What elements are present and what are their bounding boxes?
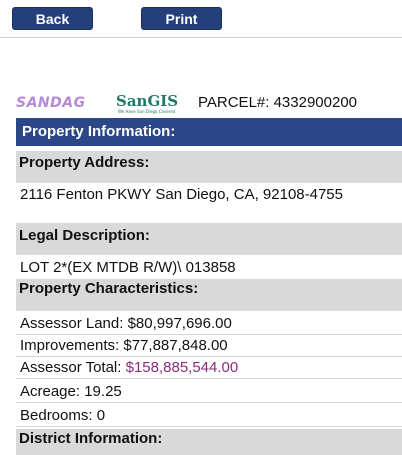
property-address-value: 2116 Fenton PKWY San Diego, CA, 92108-47… xyxy=(16,183,402,223)
district-information-label: District Information: xyxy=(16,429,402,455)
assessor-total-row: Assessor Total: $158,885,544.00 xyxy=(16,357,402,379)
improvements-value: $77,887,848.00 xyxy=(123,337,228,354)
assessor-land-row: Assessor Land: $80,997,696.00 xyxy=(16,313,402,335)
sandag-logo: SANDAG xyxy=(16,95,86,111)
print-button[interactable]: Print xyxy=(141,7,222,30)
acreage-label: Acreage: xyxy=(20,383,81,400)
sangis-logo-text: SanGIS xyxy=(116,92,179,110)
back-button[interactable]: Back xyxy=(12,7,93,30)
assessor-land-label: Assessor Land: xyxy=(20,315,124,332)
acreage-row: Acreage: 19.25 xyxy=(16,381,402,403)
property-information-header: Property Information: xyxy=(16,118,402,146)
property-address-label: Property Address: xyxy=(16,151,402,183)
legal-description-value: LOT 2*(EX MTDB R/W)\ 013858 xyxy=(16,255,402,279)
sangis-logo: SanGIS We Have San Diego Covered xyxy=(116,90,178,116)
sangis-logo-tagline: We Have San Diego Covered xyxy=(118,109,176,114)
bedrooms-row: Bedrooms: 0 xyxy=(16,405,402,427)
legal-description-label: Legal Description: xyxy=(16,223,402,255)
acreage-value: 19.25 xyxy=(84,383,122,400)
assessor-total-label: Assessor Total: xyxy=(20,359,122,376)
assessor-land-value: $80,997,696.00 xyxy=(127,315,232,332)
improvements-label: Improvements: xyxy=(20,337,120,354)
bedrooms-value: 0 xyxy=(96,407,106,424)
assessor-total-value: $158,885,544.00 xyxy=(125,359,239,376)
toolbar: Back Print xyxy=(0,0,402,38)
parcel-number: PARCEL#: 4332900200 xyxy=(198,94,358,111)
logo-bar: SANDAG SanGIS We Have San Diego Covered … xyxy=(0,88,402,118)
property-characteristics-label: Property Characteristics: xyxy=(16,279,402,311)
improvements-row: Improvements: $77,887,848.00 xyxy=(16,335,402,357)
bedrooms-label: Bedrooms: xyxy=(20,407,93,424)
